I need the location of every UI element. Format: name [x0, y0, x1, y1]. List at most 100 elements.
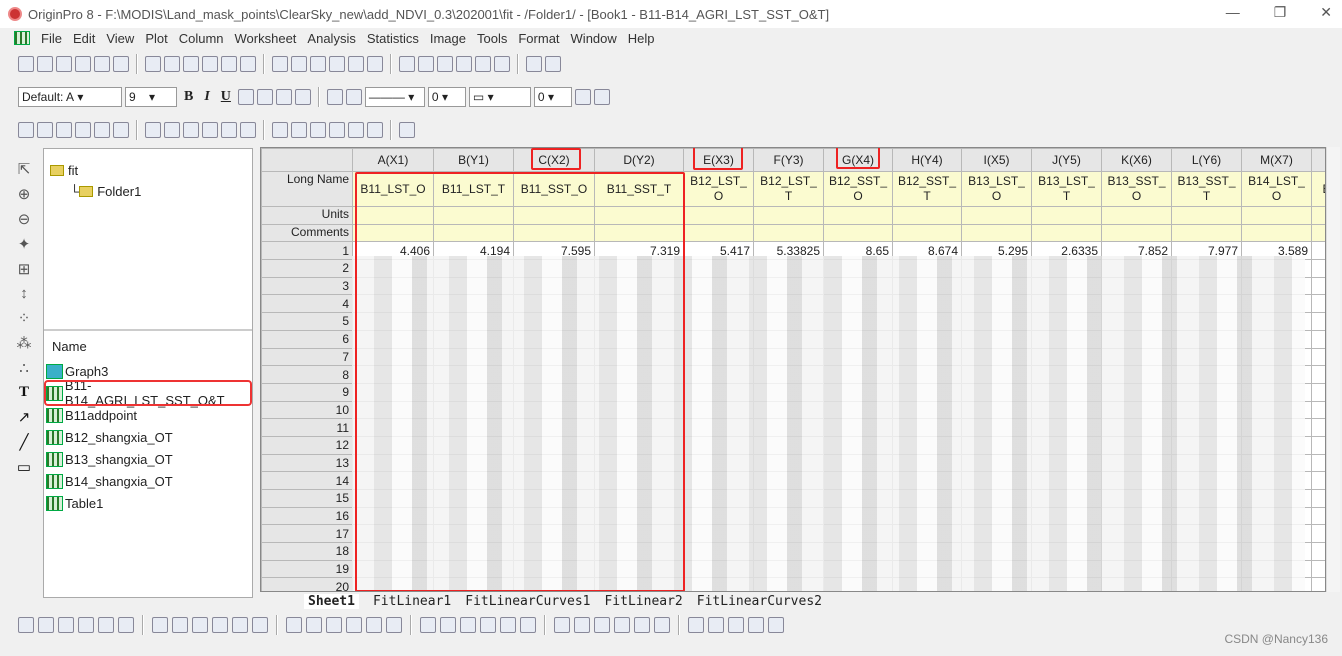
long-name-cell[interactable]: B13_SST_ T — [1171, 171, 1242, 207]
toolbar-button-icon[interactable] — [728, 617, 744, 633]
sheet-tab[interactable]: Sheet1 — [304, 593, 359, 609]
project-item[interactable]: B13_shangxia_OT — [46, 448, 250, 470]
fill-color-icon[interactable] — [326, 89, 343, 105]
row-number[interactable]: 8 — [261, 365, 353, 384]
units-cell[interactable] — [513, 206, 595, 225]
toolbar-button-icon[interactable] — [440, 617, 456, 633]
border-select[interactable]: ▭ ▾ — [468, 87, 531, 107]
toolbar-button-icon[interactable] — [594, 617, 610, 633]
row-number[interactable]: 14 — [261, 471, 353, 490]
mask-icon[interactable]: ⁂ — [17, 334, 32, 352]
toolbar-button-icon[interactable] — [18, 617, 34, 633]
toolbar-button-icon[interactable] — [18, 122, 34, 138]
comments-cell[interactable] — [1171, 223, 1242, 243]
toolbar-button-icon[interactable] — [202, 56, 218, 72]
toolbar-button-icon[interactable] — [614, 617, 630, 633]
project-item[interactable]: B11addpoint — [46, 404, 250, 426]
italic-button[interactable]: I — [204, 89, 209, 105]
toolbar-button-icon[interactable] — [291, 122, 307, 138]
toolbar-button-icon[interactable] — [18, 56, 34, 72]
toolbar-button-icon[interactable] — [420, 617, 436, 633]
comments-cell[interactable] — [1311, 223, 1325, 243]
long-name-cell[interactable]: B12_SST_ T — [892, 171, 962, 207]
row-number[interactable]: 20 — [261, 577, 353, 591]
menu-column[interactable]: Column — [179, 31, 224, 46]
region-icon[interactable]: ∴ — [19, 359, 29, 377]
sheet-tab[interactable]: FitLinearCurves2 — [697, 594, 822, 609]
long-name-cell[interactable]: B13_LST_ O — [961, 171, 1032, 207]
menu-edit[interactable]: Edit — [73, 31, 95, 46]
toolbar-button-icon[interactable] — [192, 617, 208, 633]
toolbar-button-icon[interactable] — [306, 617, 322, 633]
line-width-select[interactable]: 0 ▾ — [427, 87, 466, 107]
text-tool-icon[interactable]: T — [19, 384, 29, 401]
minimize-button[interactable]: — — [1226, 4, 1240, 21]
toolbar-button-icon[interactable] — [56, 122, 72, 138]
toolbar-button-icon[interactable] — [367, 122, 383, 138]
toolbar-button-icon[interactable] — [240, 122, 256, 138]
data-cell[interactable] — [1311, 276, 1325, 296]
comments-cell[interactable] — [433, 223, 514, 243]
zoom-out-icon[interactable]: ⊖ — [18, 210, 31, 228]
project-item[interactable]: B11-B14_AGRI_LST_SST_O&T — [44, 378, 252, 408]
units-cell[interactable] — [1171, 206, 1242, 225]
toolbar-button-icon[interactable] — [480, 617, 496, 633]
data-cell[interactable] — [1311, 365, 1325, 384]
data-cell[interactable] — [1311, 400, 1325, 420]
toolbar-button-icon[interactable] — [574, 617, 590, 633]
column-header[interactable]: H(Y4) — [892, 148, 962, 172]
column-header[interactable]: L(Y6) — [1171, 148, 1242, 172]
tree-folder-fit[interactable]: fit — [50, 163, 252, 178]
menu-image[interactable]: Image — [430, 31, 466, 46]
toolbar-button-icon[interactable] — [272, 122, 288, 138]
toolbar-button-icon[interactable] — [183, 122, 199, 138]
toolbar-button-icon[interactable] — [654, 617, 670, 633]
toolbar-button-icon[interactable] — [240, 56, 256, 72]
column-header[interactable]: F(Y3) — [753, 148, 824, 172]
long-name-cell[interactable]: E — [1311, 171, 1325, 207]
column-header[interactable]: J(Y5) — [1031, 148, 1102, 172]
row-number[interactable]: 3 — [261, 276, 353, 296]
toolbar-button-icon[interactable] — [366, 617, 382, 633]
line-tool-icon[interactable]: ╱ — [19, 433, 28, 451]
toolbar-button-icon[interactable] — [386, 617, 402, 633]
menu-tools[interactable]: Tools — [477, 31, 507, 46]
column-header[interactable]: D(Y2) — [594, 148, 684, 172]
data-cell[interactable] — [1311, 577, 1325, 591]
column-header[interactable]: K(X6) — [1101, 148, 1172, 172]
row-number[interactable]: 10 — [261, 400, 353, 420]
row-number[interactable]: 7 — [261, 347, 353, 367]
comments-cell[interactable] — [1031, 223, 1102, 243]
comments-cell[interactable] — [753, 223, 824, 243]
column-header[interactable]: I(X5) — [961, 148, 1032, 172]
project-item[interactable]: Table1 — [46, 492, 250, 514]
toolbar-button-icon[interactable] — [768, 617, 784, 633]
toolbar-button-icon[interactable] — [75, 122, 91, 138]
toolbar-button-icon[interactable] — [252, 617, 268, 633]
row-number[interactable]: 4 — [261, 294, 353, 314]
menu-analysis[interactable]: Analysis — [307, 31, 355, 46]
units-cell[interactable] — [683, 206, 754, 225]
toolbar-button-icon[interactable] — [113, 56, 129, 72]
toolbar-button-icon[interactable] — [58, 617, 74, 633]
toolbar-button-icon[interactable] — [348, 56, 364, 72]
long-name-cell[interactable]: B11_LST_O — [352, 171, 434, 207]
toolbar-button-icon[interactable] — [748, 617, 764, 633]
toolbar-button-icon[interactable] — [310, 56, 326, 72]
long-name-cell[interactable]: B12_LST_ O — [683, 171, 754, 207]
toolbar-button-icon[interactable] — [456, 56, 472, 72]
toolbar-button-icon[interactable] — [346, 617, 362, 633]
toolbar-button-icon[interactable] — [94, 56, 110, 72]
toolbar-button-icon[interactable] — [221, 122, 237, 138]
column-header[interactable]: E(X3) — [683, 148, 754, 172]
border-width-select[interactable]: 0 ▾ — [533, 87, 572, 107]
units-cell[interactable] — [352, 206, 434, 225]
row-number[interactable]: 12 — [261, 435, 353, 455]
menu-statistics[interactable]: Statistics — [367, 31, 419, 46]
restore-button[interactable]: ❐ — [1274, 4, 1287, 21]
long-name-cell[interactable]: B13_LST_ T — [1031, 171, 1102, 207]
line-color-icon[interactable] — [345, 89, 362, 105]
toolbar-button-icon[interactable] — [399, 56, 415, 72]
comments-cell[interactable] — [823, 223, 893, 243]
close-button[interactable]: ✕ — [1320, 4, 1332, 21]
